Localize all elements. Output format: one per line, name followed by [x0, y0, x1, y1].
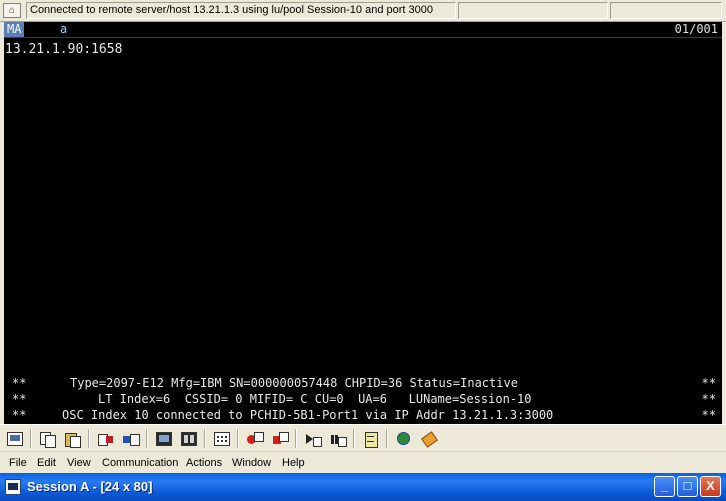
clipboard-icon [363, 431, 379, 448]
web-button[interactable] [393, 428, 415, 449]
keyboard-map-button[interactable] [211, 428, 233, 449]
keyboard-map-icon [214, 431, 230, 446]
print-screen-button[interactable] [4, 428, 26, 449]
terminal-row: ** OSC Index 10 connected to PCHID-5B1-P… [12, 408, 716, 423]
title-bar[interactable]: Session A - [24 x 80] _ □ X [0, 473, 726, 501]
toolbar [0, 424, 726, 451]
row-border-right: ** [701, 408, 716, 422]
row-border-left: ** [12, 392, 27, 406]
toolbar-separator [30, 429, 32, 448]
web-icon [396, 431, 412, 446]
print-screen-icon [7, 431, 23, 446]
terminal-line-address: 13.21.1.90:1658 [5, 42, 123, 57]
display-icon [156, 431, 172, 446]
menu-communication[interactable]: Communication [99, 456, 181, 470]
record-macro-button[interactable] [244, 428, 266, 449]
status-bar: ⌂ Connected to remote server/host 13.21.… [0, 0, 726, 22]
oia-mode: MA [4, 22, 25, 37]
play-macro-icon [305, 432, 322, 447]
stop-macro-icon [272, 431, 289, 446]
display-button[interactable] [153, 428, 175, 449]
row-text: LT Index=6 CSSID= 0 MIFID= C CU=0 UA=6 L… [98, 392, 532, 406]
terminal-row: ** Type=2097-E12 Mfg=IBM SN=000000057448… [12, 376, 716, 391]
minimize-button[interactable]: _ [654, 476, 675, 497]
clipboard-button[interactable] [360, 428, 382, 449]
close-button[interactable]: X [700, 476, 721, 497]
stop-macro-button[interactable] [269, 428, 291, 449]
terminal-row: ** LT Index=6 CSSID= 0 MIFID= C CU=0 UA=… [12, 392, 716, 407]
color-map-button[interactable] [178, 428, 200, 449]
status-pane-1 [458, 2, 608, 19]
help-tag-button[interactable] [418, 428, 440, 449]
copy-button[interactable] [37, 428, 59, 449]
row-text: OSC Index 10 connected to PCHID-5B1-Port… [62, 408, 554, 422]
color-map-icon [181, 431, 197, 446]
paste-icon [65, 432, 81, 448]
session-status-icon: ⌂ [3, 3, 21, 18]
menu-window[interactable]: Window [229, 456, 274, 470]
toolbar-separator [204, 429, 206, 448]
receive-file-icon [123, 432, 140, 446]
window-title: Session A - [24 x 80] [27, 479, 153, 494]
toolbar-separator [237, 429, 239, 448]
cursor-position: 01/001 [674, 22, 718, 36]
row-border-left: ** [12, 408, 27, 422]
menu-bar: File Edit View Communication Actions Win… [0, 451, 726, 474]
toolbar-separator [386, 429, 388, 448]
play-macro-button[interactable] [302, 428, 324, 449]
oia-indicator: a [60, 22, 68, 36]
menu-actions[interactable]: Actions [183, 456, 225, 470]
menu-help[interactable]: Help [279, 456, 308, 470]
status-pane-2 [610, 2, 722, 19]
row-border-right: ** [701, 376, 716, 390]
send-file-icon [98, 432, 114, 446]
terminal-screen[interactable]: MA a 01/001 13.21.1.90:1658 ** Type=2097… [4, 22, 722, 424]
menu-file[interactable]: File [6, 456, 30, 470]
menu-edit[interactable]: Edit [34, 456, 59, 470]
row-border-right: ** [701, 392, 716, 406]
toolbar-separator [88, 429, 90, 448]
menu-view[interactable]: View [64, 456, 94, 470]
receive-file-button[interactable] [120, 428, 142, 449]
paste-button[interactable] [62, 428, 84, 449]
app-icon[interactable] [5, 479, 21, 495]
copy-icon [40, 431, 56, 448]
toolbar-separator [146, 429, 148, 448]
row-text: Type=2097-E12 Mfg=IBM SN=000000057448 CH… [70, 376, 518, 390]
row-border-left: ** [12, 376, 27, 390]
pause-macro-button[interactable] [327, 428, 349, 449]
pause-macro-icon [330, 432, 347, 447]
send-file-button[interactable] [95, 428, 117, 449]
help-tag-icon [421, 430, 438, 448]
record-macro-icon [247, 431, 264, 446]
status-message: Connected to remote server/host 13.21.1.… [26, 2, 456, 19]
maximize-button[interactable]: □ [677, 476, 698, 497]
toolbar-separator [295, 429, 297, 448]
toolbar-separator [353, 429, 355, 448]
operator-info-area: MA a 01/001 [4, 22, 722, 38]
